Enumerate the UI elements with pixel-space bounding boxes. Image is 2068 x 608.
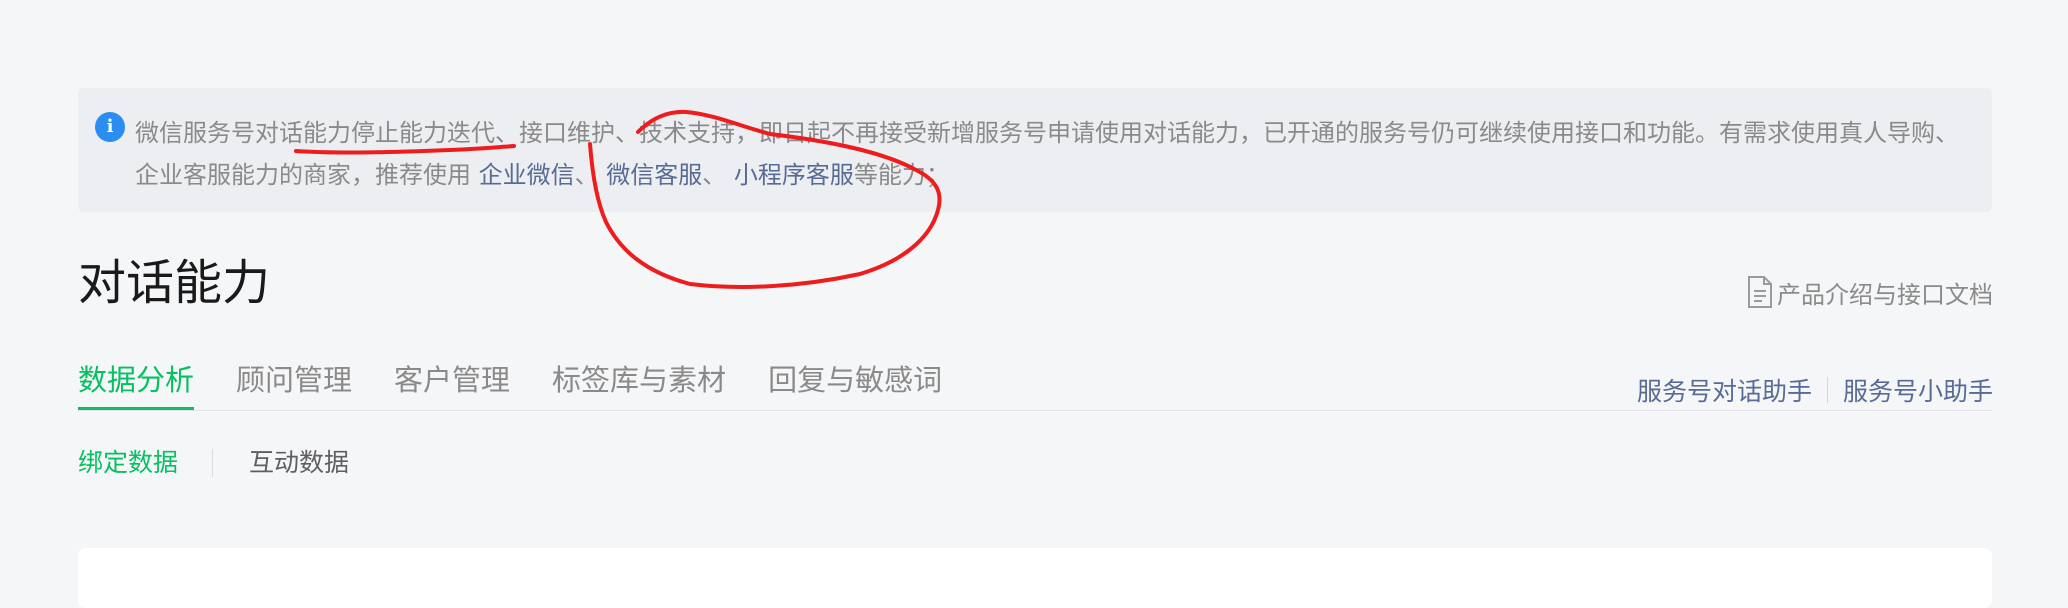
content-card bbox=[78, 548, 1992, 608]
divider bbox=[212, 449, 214, 477]
divider bbox=[1826, 377, 1828, 403]
link-work-wechat[interactable]: 企业微信 bbox=[479, 161, 575, 189]
tab-tags-and-materials[interactable]: 标签库与素材 bbox=[552, 358, 726, 410]
doc-link-label: 产品介绍与接口文档 bbox=[1777, 280, 1993, 309]
notice-text-after: 等能力； bbox=[853, 161, 950, 189]
info-icon: i bbox=[95, 112, 125, 142]
tabs-divider bbox=[78, 410, 1992, 411]
dialog-helper-link[interactable]: 服务号对话助手 bbox=[1637, 372, 1812, 408]
notice-separator: 、 bbox=[574, 161, 607, 189]
link-wechat-kf[interactable]: 微信客服 bbox=[606, 161, 702, 189]
tab-data-analysis[interactable]: 数据分析 bbox=[78, 358, 195, 410]
notice-separator: 、 bbox=[702, 161, 734, 189]
doc-link[interactable]: 产品介绍与接口文档 bbox=[1747, 275, 1993, 309]
assistant-links: 服务号对话助手 服务号小助手 bbox=[1637, 372, 1993, 408]
link-miniprogram-kf[interactable]: 小程序客服 bbox=[734, 161, 854, 189]
main-tabs: 数据分析 顾问管理 客户管理 标签库与素材 回复与敏感词 bbox=[78, 358, 942, 410]
notice-text: 微信服务号对话能力停止能力迭代、接口维护、技术支持，即日起不再接受新增服务号申请… bbox=[135, 112, 1975, 196]
page-title: 对话能力 bbox=[78, 255, 271, 311]
subtab-interaction-data[interactable]: 互动数据 bbox=[249, 444, 349, 482]
deprecation-notice: i 微信服务号对话能力停止能力迭代、接口维护、技术支持，即日起不再接受新增服务号… bbox=[78, 88, 1992, 212]
sub-tabs: 绑定数据 互动数据 bbox=[78, 444, 349, 482]
document-icon bbox=[1748, 276, 1772, 308]
mini-helper-link[interactable]: 服务号小助手 bbox=[1843, 372, 1993, 408]
tab-replies-and-sensitive-words[interactable]: 回复与敏感词 bbox=[768, 358, 942, 410]
subtab-binding-data[interactable]: 绑定数据 bbox=[78, 444, 178, 482]
tab-advisor-management[interactable]: 顾问管理 bbox=[236, 358, 352, 410]
notice-text-before: 微信服务号对话能力停止能力迭代、接口维护、技术支持，即日起不再接受新增服务号申请… bbox=[135, 119, 1959, 189]
tab-customer-management[interactable]: 客户管理 bbox=[394, 358, 510, 410]
